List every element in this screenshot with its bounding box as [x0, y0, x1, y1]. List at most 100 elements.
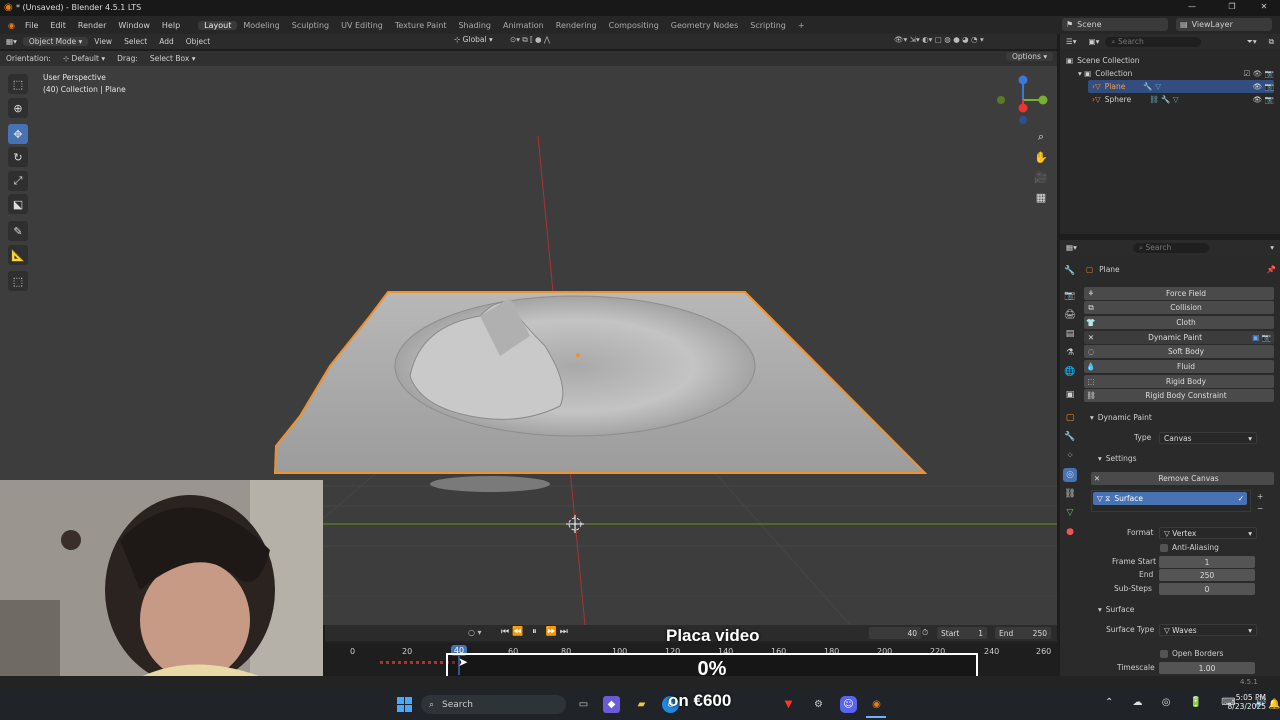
menu-add[interactable]: Add — [153, 37, 180, 46]
view-layer-selector[interactable]: ▤ ViewLayer — [1176, 18, 1272, 31]
tab-sculpting[interactable]: Sculpting — [286, 21, 335, 30]
maximize-button[interactable]: ❐ — [1220, 2, 1244, 11]
menu-edit[interactable]: Edit — [44, 21, 72, 30]
view-layer-tab-icon[interactable]: ▤ — [1063, 327, 1077, 341]
frame-start-field[interactable]: 1 — [1159, 556, 1255, 568]
task-view-icon[interactable]: ▭ — [575, 696, 592, 713]
surface-type-dropdown[interactable]: ▽ Waves ▾ — [1159, 624, 1257, 636]
viewport-display-icons[interactable]: 👁▾ ⇲▾ ◐▾ ▢ ◍ ● ◕ ◔ ▾ — [888, 35, 990, 44]
annotate-tool-icon[interactable]: ✎ — [8, 221, 28, 241]
tab-modeling[interactable]: Modeling — [237, 21, 285, 30]
rotate-tool-icon[interactable]: ↻ — [8, 147, 28, 167]
tab-animation[interactable]: Animation — [497, 21, 550, 30]
menu-object[interactable]: Object — [180, 37, 216, 46]
playback-controls[interactable]: ⏮⏪ ⏸ ⏩⏭ — [501, 627, 571, 637]
outliner-editor-icon[interactable]: ☰▾ — [1060, 37, 1083, 46]
object-tab-icon[interactable]: ▢ — [1063, 411, 1077, 425]
new-collection-icon[interactable]: ⧉ — [1263, 37, 1280, 47]
fluid-button[interactable]: 💧 Fluid — [1084, 360, 1274, 373]
cursor-tool-icon[interactable]: ⊕ — [8, 98, 28, 118]
surface-subpanel-header[interactable]: ▾ Surface — [1098, 603, 1134, 616]
pan-hand-icon[interactable]: ✋ — [1031, 147, 1051, 167]
open-borders-checkbox[interactable]: Open Borders — [1160, 647, 1223, 660]
tab-scripting[interactable]: Scripting — [744, 21, 792, 30]
collection-tab-icon[interactable]: ▣ — [1063, 388, 1077, 402]
tab-compositing[interactable]: Compositing — [603, 21, 665, 30]
drag-selector[interactable]: Select Box ▾ — [144, 54, 202, 63]
cloth-button[interactable]: 👕 Cloth — [1084, 316, 1274, 329]
auto-key-icon[interactable]: ○ ▾ — [468, 628, 482, 637]
move-tool-icon[interactable]: ✥ — [8, 124, 28, 144]
start-frame-field[interactable]: Start 1 — [937, 627, 987, 639]
dynamic-paint-panel-header[interactable]: ▾ Dynamic Paint — [1090, 411, 1152, 424]
menu-render[interactable]: Render — [72, 21, 112, 30]
file-explorer-icon[interactable]: ▰ — [633, 696, 650, 713]
soft-body-button[interactable]: ◌ Soft Body — [1084, 345, 1274, 358]
options-button[interactable]: Options ▾ — [1006, 52, 1054, 61]
menu-help[interactable]: Help — [156, 21, 186, 30]
tab-texture-paint[interactable]: Texture Paint — [389, 21, 453, 30]
sub-steps-field[interactable]: 0 — [1159, 583, 1255, 595]
remove-canvas-button[interactable]: ✕ Remove Canvas — [1091, 472, 1274, 485]
minimize-button[interactable]: — — [1180, 2, 1204, 11]
particles-tab-icon[interactable]: ⁘ — [1063, 449, 1077, 463]
close-button[interactable]: ✕ — [1252, 2, 1276, 11]
outliner-item-plane[interactable]: ›▽ Plane 🔧 ▽ 👁 📷 — [1088, 80, 1274, 93]
collision-button[interactable]: ⧉ Collision — [1084, 301, 1274, 314]
tab-shading[interactable]: Shading — [452, 21, 497, 30]
scene-collection-row[interactable]: ▣ Scene Collection — [1066, 54, 1139, 67]
pivot-snap-icons[interactable]: ⊙▾ ⧉ ⫿ ● ⋀ — [504, 35, 556, 45]
navigation-gizmo[interactable] — [995, 72, 1051, 128]
modifier-tab-icon[interactable]: 🔧 — [1063, 430, 1077, 444]
add-cube-tool-icon[interactable]: ⬚ — [8, 271, 28, 291]
outliner-search-input[interactable]: ⌕ Search — [1105, 36, 1202, 47]
end-frame-field[interactable]: End 250 — [995, 627, 1051, 639]
surface-list-item[interactable]: ▽ ⧖ Surface ✓ — [1093, 492, 1247, 505]
end-field[interactable]: 250 — [1159, 569, 1255, 581]
pin-icon[interactable]: 📌 — [1267, 265, 1276, 274]
tab-uv-editing[interactable]: UV Editing — [335, 21, 389, 30]
dynamic-paint-button[interactable]: ✕ Dynamic Paint ▣ 📷 — [1084, 331, 1274, 344]
data-tab-icon[interactable]: ▽ — [1063, 506, 1077, 520]
scene-selector[interactable]: ⚑ Scene — [1062, 18, 1168, 31]
tool-tab-icon[interactable]: 🔧 — [1063, 264, 1077, 278]
world-tab-icon[interactable]: 🌐 — [1063, 365, 1077, 379]
windows-start-icon[interactable] — [396, 696, 413, 713]
add-workspace-button[interactable]: + — [792, 21, 811, 30]
copilot-icon[interactable]: ◆ — [603, 696, 620, 713]
rigid-body-button[interactable]: ⬚ Rigid Body — [1084, 375, 1274, 388]
menu-file[interactable]: File — [19, 21, 44, 30]
scene-tab-icon[interactable]: ⚗ — [1063, 346, 1077, 360]
transform-tool-icon[interactable]: ⬕ — [8, 194, 28, 214]
orientation-selector[interactable]: ⊹ Default ▾ — [57, 54, 111, 63]
force-field-button[interactable]: ⚘ Force Field — [1084, 287, 1274, 300]
camera-view-icon[interactable]: 🎥 — [1031, 167, 1051, 187]
tab-rendering[interactable]: Rendering — [550, 21, 603, 30]
current-frame-field[interactable]: 40 — [869, 627, 921, 639]
timescale-field[interactable]: 1.00 — [1159, 662, 1255, 674]
properties-editor-icon[interactable]: ▦▾ — [1060, 243, 1083, 252]
remove-surface-button[interactable]: − — [1257, 502, 1263, 515]
transform-orientation-selector[interactable]: ⊹ Global ▾ — [448, 35, 499, 44]
remove-x-icon[interactable]: ✕ — [1084, 333, 1098, 342]
notifications-icon[interactable]: 🔔 — [1266, 696, 1280, 713]
tab-layout[interactable]: Layout — [198, 20, 238, 30]
output-tab-icon[interactable]: 🖨 — [1063, 308, 1077, 322]
grid-toggle-icon[interactable]: ▦ — [1031, 187, 1051, 207]
collection-row[interactable]: ▾ ▣ Collection ☑ 👁 📷 — [1078, 67, 1274, 80]
constraints-tab-icon[interactable]: ⛓ — [1063, 487, 1077, 501]
scale-tool-icon[interactable]: ⤢ — [8, 171, 28, 191]
anti-aliasing-checkbox[interactable]: Anti-Aliasing — [1160, 541, 1219, 554]
menu-select[interactable]: Select — [118, 37, 153, 46]
3d-cursor[interactable] — [566, 515, 584, 533]
visibility-icons[interactable]: ☑ 👁 📷 — [1244, 69, 1274, 78]
blender-menu-icon[interactable]: ◉ — [0, 21, 19, 30]
properties-search-input[interactable]: ⌕ Search — [1132, 242, 1209, 253]
taskbar-search-input[interactable]: ⌕ Search — [421, 695, 566, 714]
render-tab-icon[interactable]: 📷 — [1063, 289, 1077, 303]
blender-taskbar-icon[interactable]: ◉ — [868, 696, 885, 713]
settings-subpanel-header[interactable]: ▾ Settings — [1098, 452, 1137, 465]
brave-icon[interactable]: ▼ — [780, 696, 797, 713]
format-dropdown[interactable]: ▽ Vertex ▾ — [1159, 527, 1257, 539]
type-dropdown[interactable]: Canvas ▾ — [1159, 432, 1257, 444]
